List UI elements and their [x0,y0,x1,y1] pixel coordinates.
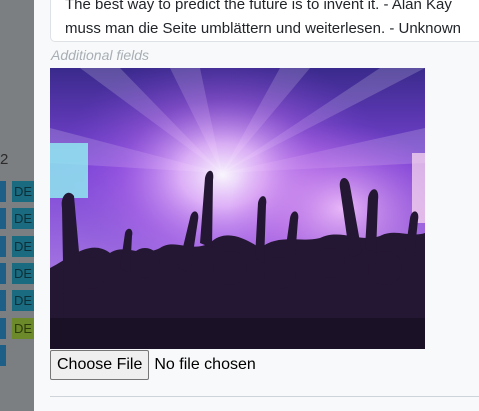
background-row-marker [0,290,6,311]
quote-textarea[interactable]: The best way to predict the future is to… [50,0,479,42]
language-badge: DE [12,290,34,311]
file-status-text: No file chosen [154,356,256,373]
background-page: 2 DE DE DE DE DE DE DE [0,0,34,411]
concert-image [50,68,425,349]
file-input[interactable]: Choose File No file chosen [50,349,256,381]
background-column-label: 2 [0,151,9,168]
language-badge: DE [12,263,34,284]
background-row-marker [0,318,6,339]
language-badge: DE [12,181,34,202]
quote-line: The best way to predict the future is to… [65,0,452,13]
quote-line: muss man die Seite umblättern und weiter… [65,20,462,37]
background-row-marker [0,208,6,229]
language-badge: DE [12,208,34,229]
language-badge-green: DE [12,318,34,339]
background-row-marker [0,181,6,202]
background-row-marker [0,263,6,284]
choose-file-button[interactable]: Choose File [50,350,150,380]
additional-fields-label: Additional fields [51,47,150,63]
background-row-marker [0,236,6,257]
section-divider [50,396,479,397]
background-row-marker [0,345,6,366]
modal-dialog: The best way to predict the future is to… [34,0,479,411]
language-badge: DE [12,236,34,257]
